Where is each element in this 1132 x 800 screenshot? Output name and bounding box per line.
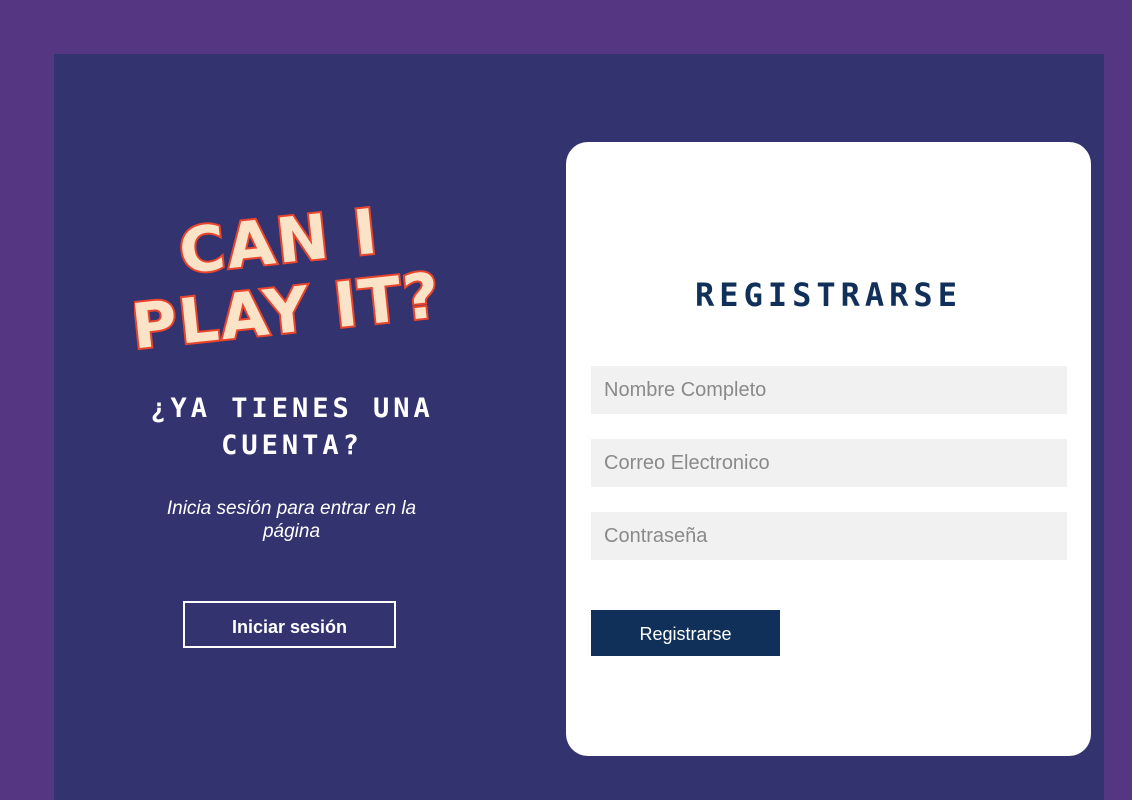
login-button[interactable]: Iniciar sesión xyxy=(183,601,396,648)
login-prompt-text: Inicia sesión para entrar en la página xyxy=(166,498,417,542)
auth-panel: CAN I PLAY IT? ¿YA TIENES UNA CUENTA? In… xyxy=(54,54,1104,800)
register-heading: REGISTRARSE xyxy=(695,276,962,314)
full-name-input[interactable] xyxy=(591,366,1067,414)
logo-line-2: PLAY IT? xyxy=(134,258,444,363)
register-button[interactable]: Registrarse xyxy=(591,610,780,656)
have-account-heading: ¿YA TIENES UNA CUENTA? xyxy=(150,393,434,461)
email-input[interactable] xyxy=(591,439,1067,487)
register-card: REGISTRARSE Registrarse xyxy=(566,142,1091,756)
can-i-play-it-logo: CAN I PLAY IT? xyxy=(126,193,447,374)
password-input[interactable] xyxy=(591,512,1067,560)
